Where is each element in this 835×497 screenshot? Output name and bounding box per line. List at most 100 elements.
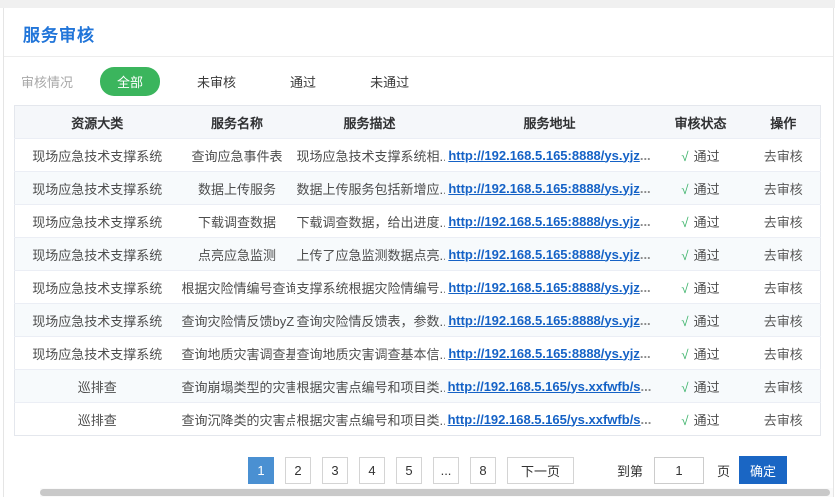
goto-page-input[interactable] xyxy=(654,457,704,484)
cell-category: 现场应急技术支撑系统 xyxy=(15,139,180,172)
horizontal-scrollbar[interactable] xyxy=(40,488,833,497)
table-row: 巡排查 查询沉降类的灾害点... 根据灾害点编号和项目类... http://1… xyxy=(15,403,821,436)
cell-category: 巡排查 xyxy=(15,370,180,403)
check-icon: √ xyxy=(681,314,688,329)
go-audit-link[interactable]: 去审核 xyxy=(764,248,803,263)
url-ellipsis: ... xyxy=(641,412,652,427)
cell-service-name: 根据灾险情编号查询... xyxy=(180,271,295,304)
check-icon: √ xyxy=(681,347,688,362)
url-ellipsis: ... xyxy=(640,148,651,163)
header-service-name: 服务名称 xyxy=(180,106,295,139)
service-url-link[interactable]: http://192.168.5.165/ys.xxfwfb/s xyxy=(448,412,641,427)
url-ellipsis: ... xyxy=(640,346,651,361)
url-ellipsis: ... xyxy=(640,181,651,196)
goto-page-suffix: 页 xyxy=(717,461,730,480)
filter-tab-passed[interactable]: 通过 xyxy=(278,67,328,96)
page-button-8[interactable]: 8 xyxy=(470,457,496,484)
table-row: 巡排查 查询崩塌类型的灾害... 根据灾害点编号和项目类... http://1… xyxy=(15,370,821,403)
page-button-3[interactable]: 3 xyxy=(322,457,348,484)
cell-service-name: 查询应急事件表 xyxy=(180,139,295,172)
table-header: 资源大类 服务名称 服务描述 服务地址 审核状态 操作 xyxy=(15,106,821,139)
cell-service-name: 查询崩塌类型的灾害... xyxy=(180,370,295,403)
cell-service-name: 下载调查数据 xyxy=(180,205,295,238)
service-url-link[interactable]: http://192.168.5.165:8888/ys.yjz xyxy=(448,280,640,295)
status-badge: 通过 xyxy=(694,347,720,362)
cell-category: 现场应急技术支撑系统 xyxy=(15,337,180,370)
url-ellipsis: ... xyxy=(640,313,651,328)
service-url-link[interactable]: http://192.168.5.165:8888/ys.yjz xyxy=(448,214,640,229)
header-service-desc: 服务描述 xyxy=(295,106,445,139)
cell-service-name: 数据上传服务 xyxy=(180,172,295,205)
page-button-5[interactable]: 5 xyxy=(396,457,422,484)
status-badge: 通过 xyxy=(694,182,720,197)
check-icon: √ xyxy=(681,215,688,230)
go-audit-link[interactable]: 去审核 xyxy=(764,347,803,362)
pagination-bar: 1 2 3 4 5 ... 8 下一页 到第 页 确定 xyxy=(248,456,787,484)
service-url-link[interactable]: http://192.168.5.165:8888/ys.yjz xyxy=(448,247,640,262)
cell-service-desc: 上传了应急监测数据点亮... xyxy=(295,238,445,271)
check-icon: √ xyxy=(681,380,688,395)
check-icon: √ xyxy=(681,281,688,296)
url-ellipsis: ... xyxy=(640,280,651,295)
page-button-ellipsis[interactable]: ... xyxy=(433,457,459,484)
filter-tab-all[interactable]: 全部 xyxy=(100,67,160,96)
go-audit-link[interactable]: 去审核 xyxy=(764,380,803,395)
cell-category: 现场应急技术支撑系统 xyxy=(15,304,180,337)
go-audit-link[interactable]: 去审核 xyxy=(764,149,803,164)
cell-service-name: 点亮应急监测 xyxy=(180,238,295,271)
cell-service-name: 查询灾险情反馈byZ... xyxy=(180,304,295,337)
service-url-link[interactable]: http://192.168.5.165:8888/ys.yjz xyxy=(448,148,640,163)
cell-category: 现场应急技术支撑系统 xyxy=(15,271,180,304)
cell-service-name: 查询地质灾害调查基... xyxy=(180,337,295,370)
page-button-2[interactable]: 2 xyxy=(285,457,311,484)
scrollbar-thumb[interactable] xyxy=(40,489,830,496)
table-row: 现场应急技术支撑系统 数据上传服务 数据上传服务包括新增应... http://… xyxy=(15,172,821,205)
page-button-4[interactable]: 4 xyxy=(359,457,385,484)
cell-service-desc: 数据上传服务包括新增应... xyxy=(295,172,445,205)
go-audit-link[interactable]: 去审核 xyxy=(764,314,803,329)
service-url-link[interactable]: http://192.168.5.165/ys.xxfwfb/s xyxy=(448,379,641,394)
goto-page-prefix: 到第 xyxy=(617,461,643,480)
go-audit-link[interactable]: 去审核 xyxy=(764,413,803,428)
header-service-url: 服务地址 xyxy=(445,106,655,139)
go-audit-link[interactable]: 去审核 xyxy=(764,215,803,230)
status-badge: 通过 xyxy=(694,314,720,329)
url-ellipsis: ... xyxy=(640,214,651,229)
panel-header: 服务审核 xyxy=(4,8,833,57)
table-row: 现场应急技术支撑系统 查询应急事件表 现场应急技术支撑系统相... http:/… xyxy=(15,139,821,172)
check-icon: √ xyxy=(681,248,688,263)
page-button-1[interactable]: 1 xyxy=(248,457,274,484)
header-category: 资源大类 xyxy=(15,106,180,139)
cell-category: 现场应急技术支撑系统 xyxy=(15,205,180,238)
cell-category: 现场应急技术支撑系统 xyxy=(15,238,180,271)
service-url-link[interactable]: http://192.168.5.165:8888/ys.yjz xyxy=(448,313,640,328)
cell-service-desc: 根据灾害点编号和项目类... xyxy=(295,370,445,403)
service-audit-panel: 服务审核 审核情况 全部 未审核 通过 未通过 资源大类 服务名称 服务描述 服… xyxy=(3,8,834,497)
confirm-button[interactable]: 确定 xyxy=(739,456,787,484)
filter-tab-unreviewed[interactable]: 未审核 xyxy=(185,67,248,96)
header-audit-status: 审核状态 xyxy=(655,106,747,139)
status-badge: 通过 xyxy=(694,281,720,296)
table-row: 现场应急技术支撑系统 查询地质灾害调查基... 查询地质灾害调查基本信... h… xyxy=(15,337,821,370)
go-audit-link[interactable]: 去审核 xyxy=(764,281,803,296)
go-audit-link[interactable]: 去审核 xyxy=(764,182,803,197)
cell-service-name: 查询沉降类的灾害点... xyxy=(180,403,295,436)
table-row: 现场应急技术支撑系统 下载调查数据 下载调查数据，给出进度... http://… xyxy=(15,205,821,238)
check-icon: √ xyxy=(681,149,688,164)
url-ellipsis: ... xyxy=(640,247,651,262)
audit-filter-bar: 审核情况 全部 未审核 通过 未通过 xyxy=(4,57,833,105)
cell-service-desc: 支撑系统根据灾险情编号... xyxy=(295,271,445,304)
status-badge: 通过 xyxy=(694,248,720,263)
service-url-link[interactable]: http://192.168.5.165:8888/ys.yjz xyxy=(448,181,640,196)
next-page-button[interactable]: 下一页 xyxy=(507,457,574,484)
cell-category: 现场应急技术支撑系统 xyxy=(15,172,180,205)
cell-service-desc: 下载调查数据，给出进度... xyxy=(295,205,445,238)
status-badge: 通过 xyxy=(694,380,720,395)
cell-category: 巡排查 xyxy=(15,403,180,436)
page-background-strip xyxy=(0,0,835,8)
table-row: 现场应急技术支撑系统 查询灾险情反馈byZ... 查询灾险情反馈表，参数... … xyxy=(15,304,821,337)
service-url-link[interactable]: http://192.168.5.165:8888/ys.yjz xyxy=(448,346,640,361)
filter-tab-failed[interactable]: 未通过 xyxy=(358,67,421,96)
url-ellipsis: ... xyxy=(641,379,652,394)
filter-label: 审核情况 xyxy=(21,72,73,91)
